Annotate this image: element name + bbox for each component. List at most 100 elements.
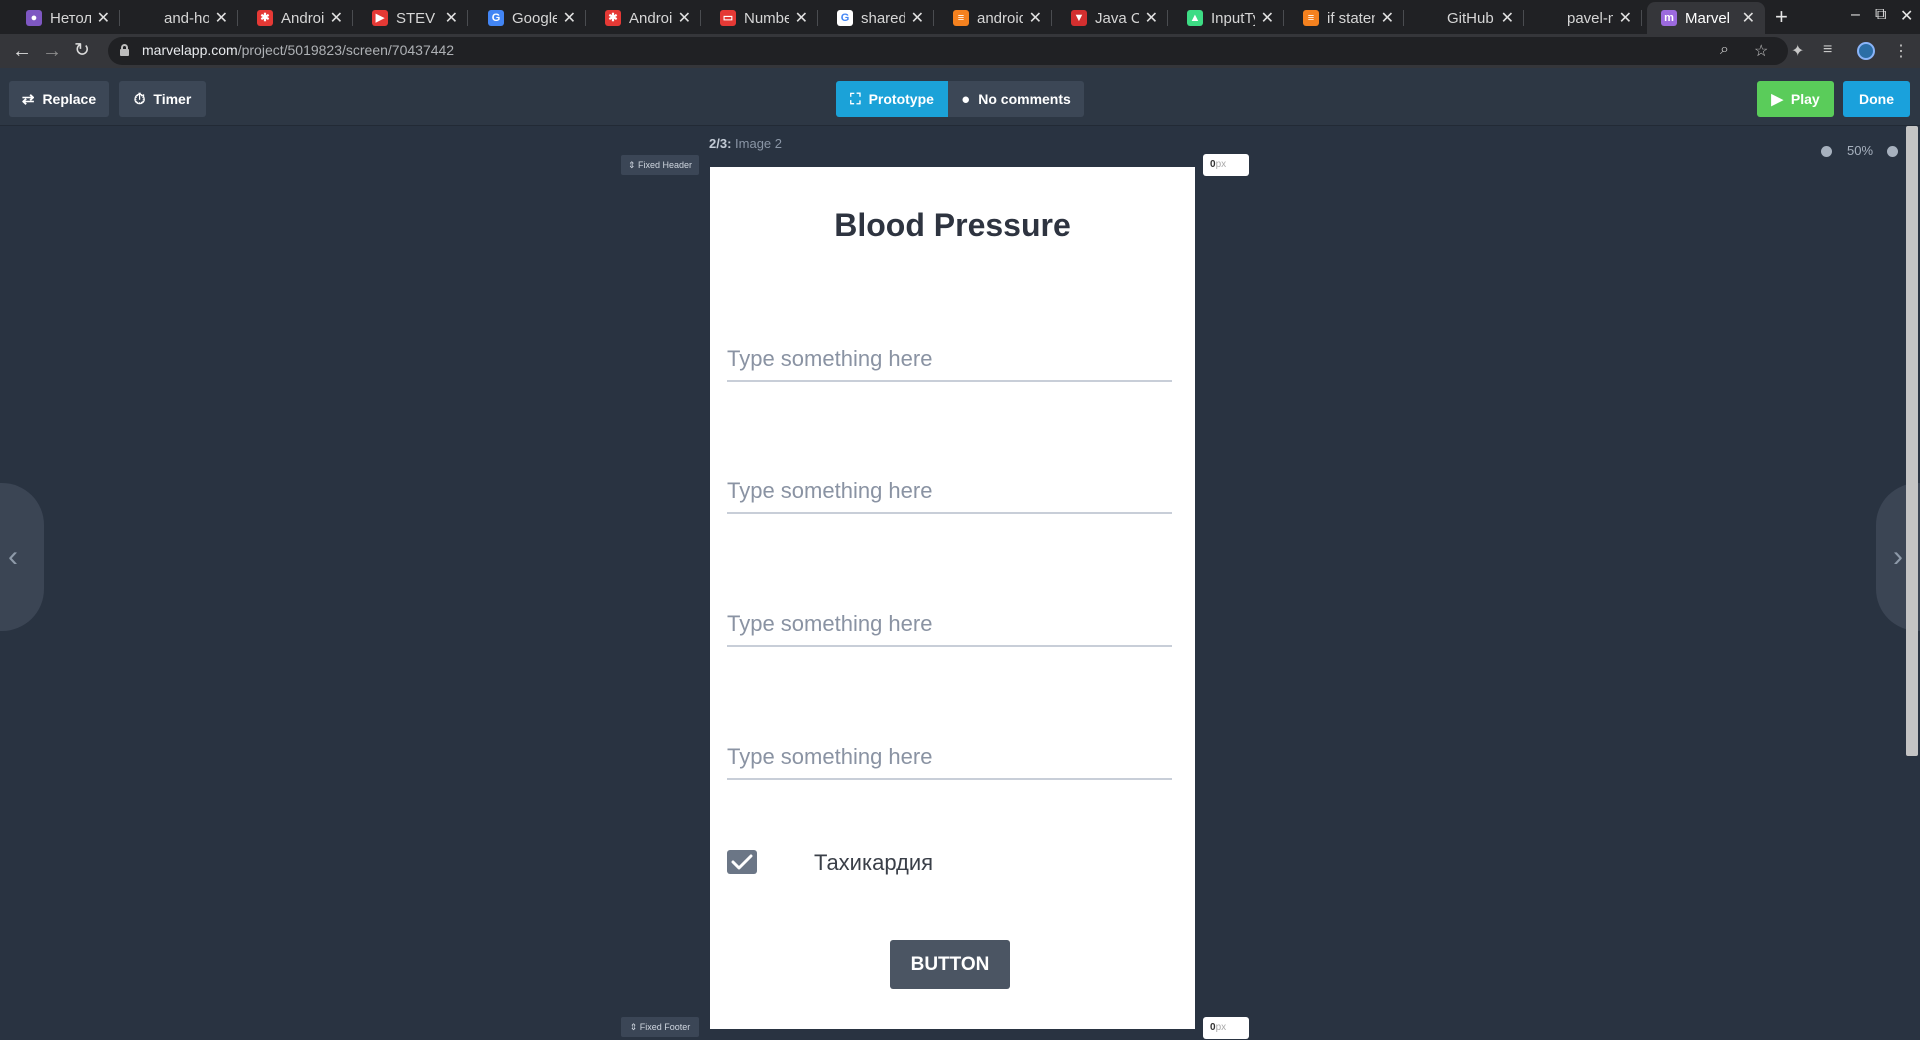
browser-tab[interactable]: ✱ Android ✕ [591,2,701,34]
done-button[interactable]: Done [1843,81,1910,117]
header-height-input[interactable]: 0px [1203,154,1249,176]
timer-button[interactable]: ⏱ Timer [119,81,206,117]
previous-screen-button[interactable] [0,483,44,631]
tab-favicon-icon: ● [26,10,42,26]
new-tab-button[interactable]: + [1775,4,1788,30]
tab-title: Marvel [1685,9,1731,27]
fixed-footer-button[interactable]: ⇕ Fixed Footer [621,1017,699,1037]
chevron-left-icon: ‹ [8,540,18,573]
tab-title: Java Co [1095,9,1139,27]
tab-separator [237,10,238,26]
zoom-icon[interactable]: ⌕ [1720,41,1729,59]
profile-avatar[interactable] [1857,42,1875,60]
bookmark-star-icon[interactable]: ☆ [1754,41,1768,61]
url-host: marvelapp.com [142,42,238,58]
tab-close-icon[interactable]: ✕ [215,8,228,28]
back-icon[interactable]: ← [12,39,32,63]
chevron-right-icon: › [1893,540,1903,573]
tab-title: Нетолог [50,9,91,27]
browser-tab[interactable]: ▲ InputTyp ✕ [1173,2,1284,34]
tab-close-icon[interactable]: ✕ [445,8,458,28]
tab-close-icon[interactable]: ✕ [563,8,576,28]
prototype-label: Prototype [868,91,934,107]
tab-favicon-icon [140,10,156,26]
tab-title: Google [512,9,557,27]
tab-close-icon[interactable]: ✕ [330,8,343,28]
extensions-icon[interactable]: ✦ [1791,41,1804,61]
comments-tab[interactable]: ● No comments [948,81,1084,117]
tab-close-icon[interactable]: ✕ [1619,8,1632,28]
browser-tab[interactable]: m Marvel ✕ [1647,2,1765,34]
browser-tab[interactable]: ≡ android ✕ [939,2,1052,34]
tab-close-icon[interactable]: ✕ [795,8,808,28]
fixed-header-button[interactable]: ⇕ Fixed Header [621,155,699,175]
browser-tab[interactable]: Gsharedp ✕ [823,2,934,34]
tab-close-icon[interactable]: ✕ [1261,8,1274,28]
screen-button[interactable]: BUTTON [890,940,1010,989]
fixed-footer-label: Fixed Footer [639,1022,691,1032]
browser-tab[interactable]: and-hom ✕ [126,2,238,34]
tab-separator [1051,10,1052,26]
comment-bubble-icon: ● [961,90,971,108]
browser-menu-icon[interactable]: ⋮ [1893,41,1909,61]
tab-title: sharedp [861,9,905,27]
zoom-in-icon[interactable] [1887,146,1898,157]
tab-favicon-icon: ≡ [1303,10,1319,26]
browser-tab[interactable]: ✱ Android ✕ [243,2,353,34]
forward-icon[interactable]: → [42,39,62,63]
browser-tab[interactable]: ▭ NumberF ✕ [706,2,818,34]
tab-close-icon[interactable]: ✕ [1501,8,1514,28]
tab-close-icon[interactable]: ✕ [1381,8,1394,28]
tab-favicon-icon: ≡ [953,10,969,26]
tab-close-icon[interactable]: ✕ [1145,8,1158,28]
tab-favicon-icon: ▲ [1187,10,1203,26]
screen-name: Image 2 [735,136,783,151]
text-field[interactable]: Type something here [727,740,1172,780]
tab-separator [817,10,818,26]
field-placeholder: Type something here [727,478,933,503]
browser-tab[interactable]: ● Нетолог ✕ [12,2,120,34]
screen-preview[interactable]: Blood Pressure Type something here Type … [710,167,1195,1029]
tab-favicon-icon: ✱ [605,10,621,26]
tab-close-icon[interactable]: ✕ [1029,8,1042,28]
tab-favicon-icon: ✱ [257,10,273,26]
tab-separator [1641,10,1642,26]
browser-tab[interactable]: pavel-ma ✕ [1529,2,1642,34]
prototype-tab[interactable]: ⛶ Prototype [836,81,948,117]
marvel-toolbar: ⇄ Replace ⏱ Timer ⛶ Prototype ● No comme… [0,68,1920,126]
text-field[interactable]: Type something here [727,342,1172,382]
tab-title: and-hom [164,9,209,27]
tachycardia-checkbox[interactable] [727,850,757,874]
replace-button[interactable]: ⇄ Replace [9,81,109,117]
minimize-icon[interactable]: – [1851,6,1860,24]
zoom-out-icon[interactable] [1821,146,1832,157]
browser-tab[interactable]: GitHub ✕ [1409,2,1524,34]
comments-label: No comments [978,91,1071,107]
browser-tab[interactable]: ▶ STEV ✕ [358,2,468,34]
tab-favicon-icon [1423,10,1439,26]
tab-favicon-icon [1543,10,1559,26]
play-button[interactable]: ▶ Play [1757,81,1834,117]
url-text[interactable]: marvelapp.com/project/5019823/screen/704… [142,42,454,58]
scrollbar[interactable] [1906,126,1918,756]
timer-icon: ⏱ [133,90,146,108]
url-path: /project/5019823/screen/70437442 [237,42,455,58]
field-placeholder: Type something here [727,611,933,636]
tab-close-icon[interactable]: ✕ [1742,8,1755,28]
text-field[interactable]: Type something here [727,474,1172,514]
footer-height-input[interactable]: 0px [1203,1017,1249,1039]
browser-tab[interactable]: ≡ if statem ✕ [1289,2,1404,34]
tab-close-icon[interactable]: ✕ [678,8,691,28]
tab-separator [933,10,934,26]
text-field[interactable]: Type something here [727,607,1172,647]
tab-separator [352,10,353,26]
browser-tab[interactable]: ▼ Java Co ✕ [1057,2,1168,34]
prototype-icon: ⛶ [850,90,861,108]
tab-close-icon[interactable]: ✕ [97,8,110,28]
tab-close-icon[interactable]: ✕ [911,8,924,28]
browser-tab[interactable]: G Google ✕ [474,2,586,34]
restore-icon[interactable]: ⧉ [1875,6,1886,24]
reload-icon[interactable]: ↻ [74,39,90,63]
reading-list-icon[interactable]: ≡ [1823,41,1832,59]
window-close-icon[interactable]: ✕ [1900,6,1913,26]
